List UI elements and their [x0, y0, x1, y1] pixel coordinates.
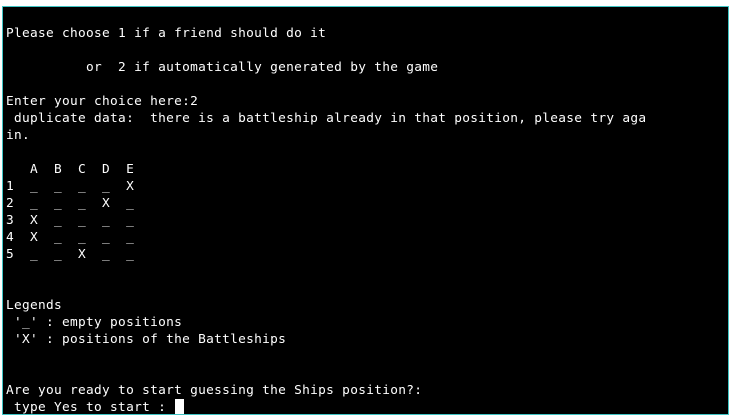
grid-row-4: 4 X _ _ _ _ [6, 230, 135, 245]
text-cursor [175, 399, 185, 414]
legend-battleship-positions: 'X' : positions of the Battleships [6, 332, 287, 347]
grid-column-header: A B C D E [6, 162, 135, 177]
terminal-window[interactable]: Please choose 1 if a friend should do it… [2, 6, 729, 415]
grid-row-3: 3 X _ _ _ _ [6, 213, 135, 228]
duplicate-data-message-wrap: in. [6, 128, 31, 143]
legends-heading: Legends [6, 298, 63, 313]
start-prompt: type Yes to start : [6, 400, 175, 415]
choice-entry-line: Enter your choice here:2 [6, 94, 199, 109]
grid-row-2: 2 _ _ _ X _ [6, 196, 135, 211]
legend-empty-positions: '_' : empty positions [6, 315, 183, 330]
prompt-line-friend: Please choose 1 if a friend should do it [6, 26, 327, 41]
grid-row-5: 5 _ _ X _ _ [6, 247, 135, 262]
duplicate-data-message: duplicate data: there is a battleship al… [6, 111, 647, 126]
grid-row-1: 1 _ _ _ _ X [6, 179, 135, 194]
start-input-line[interactable]: type Yes to start : [6, 399, 185, 415]
ready-question: Are you ready to start guessing the Ship… [6, 383, 423, 398]
prompt-line-auto: or 2 if automatically generated by the g… [6, 60, 439, 75]
